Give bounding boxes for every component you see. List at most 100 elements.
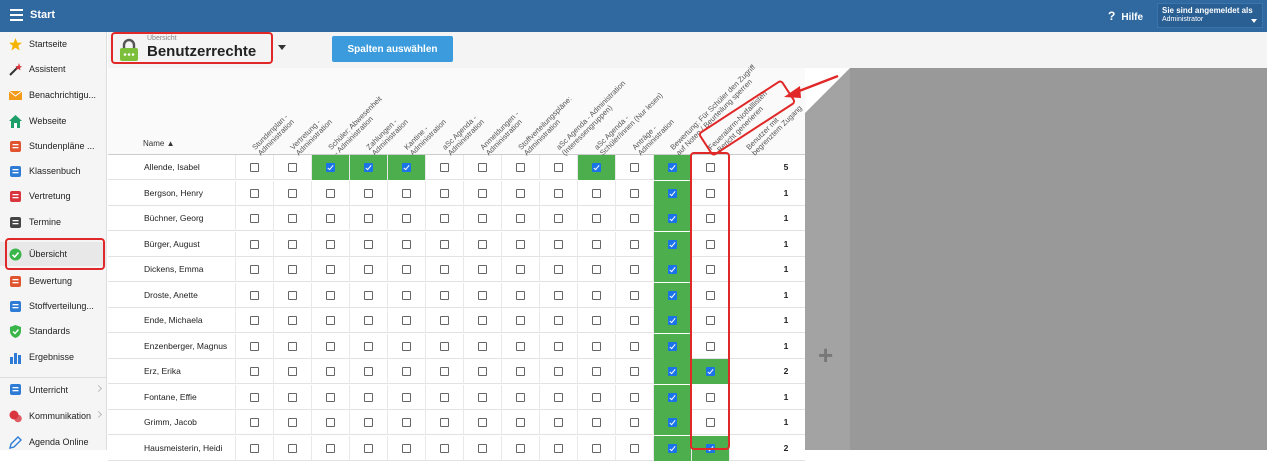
permission-checkbox[interactable] — [478, 418, 487, 427]
permission-checkbox[interactable] — [326, 239, 335, 249]
permission-checkbox[interactable] — [478, 239, 487, 249]
permission-checkbox[interactable] — [364, 392, 373, 402]
permission-checkbox[interactable] — [516, 316, 525, 325]
permission-checkbox[interactable] — [516, 163, 525, 172]
permission-checkbox[interactable] — [440, 392, 449, 402]
permission-checkbox[interactable] — [440, 316, 449, 325]
permission-checkbox[interactable] — [250, 418, 259, 427]
help-button[interactable]: ? Hilfe — [1108, 9, 1143, 23]
permission-checkbox[interactable] — [402, 239, 411, 249]
permission-checkbox[interactable] — [364, 367, 373, 376]
permission-checkbox[interactable] — [364, 239, 373, 249]
permission-checkbox[interactable] — [630, 265, 639, 274]
permission-checkbox[interactable] — [668, 188, 677, 198]
permission-checkbox[interactable] — [516, 188, 525, 198]
sidebar-item-assistent[interactable]: Assistent — [0, 57, 107, 81]
permission-checkbox[interactable] — [288, 316, 297, 325]
permission-checkbox[interactable] — [554, 418, 563, 427]
permission-checkbox[interactable] — [630, 316, 639, 325]
permission-checkbox[interactable] — [668, 239, 677, 249]
sidebar-item-benachrichtigu[interactable]: Benachrichtigu... — [0, 83, 107, 107]
permission-checkbox[interactable] — [288, 214, 297, 223]
permission-checkbox[interactable] — [668, 367, 677, 376]
permission-checkbox[interactable] — [440, 443, 449, 453]
permission-checkbox[interactable] — [478, 163, 487, 172]
permission-checkbox[interactable] — [478, 367, 487, 376]
permission-checkbox[interactable] — [326, 265, 335, 274]
permission-checkbox[interactable] — [554, 392, 563, 402]
permission-checkbox[interactable] — [516, 214, 525, 223]
user-name[interactable]: Bürger, August — [144, 239, 200, 249]
permission-checkbox[interactable] — [326, 214, 335, 223]
permission-checkbox[interactable] — [668, 392, 677, 402]
sidebar-item-stundenpläne[interactable]: Stundenpläne ... — [0, 134, 107, 158]
permission-checkbox[interactable] — [326, 367, 335, 376]
user-name[interactable]: Ende, Michaela — [144, 315, 203, 325]
user-name[interactable]: Allende, Isabel — [144, 162, 200, 172]
permission-checkbox[interactable] — [402, 443, 411, 453]
permission-checkbox[interactable] — [402, 392, 411, 402]
permission-checkbox[interactable] — [478, 443, 487, 453]
permission-checkbox[interactable] — [478, 265, 487, 274]
permission-checkbox[interactable] — [250, 239, 259, 249]
permission-checkbox[interactable] — [668, 418, 677, 427]
permission-checkbox[interactable] — [630, 214, 639, 223]
user-name[interactable]: Bergson, Henry — [144, 188, 203, 198]
permission-checkbox[interactable] — [630, 188, 639, 198]
permission-checkbox[interactable] — [592, 290, 601, 300]
permission-checkbox[interactable] — [478, 214, 487, 223]
user-name[interactable]: Dickens, Emma — [144, 264, 204, 274]
permission-checkbox[interactable] — [326, 188, 335, 198]
permission-checkbox[interactable] — [554, 290, 563, 300]
permission-checkbox[interactable] — [364, 316, 373, 325]
permission-checkbox[interactable] — [592, 214, 601, 223]
permission-checkbox[interactable] — [402, 214, 411, 223]
permission-checkbox[interactable] — [250, 341, 259, 351]
permission-checkbox[interactable] — [440, 188, 449, 198]
user-name[interactable]: Büchner, Georg — [144, 213, 204, 223]
sidebar-item-klassenbuch[interactable]: Klassenbuch — [0, 159, 107, 183]
permission-checkbox[interactable] — [250, 188, 259, 198]
permission-checkbox[interactable] — [554, 367, 563, 376]
permission-checkbox[interactable] — [288, 443, 297, 453]
permission-checkbox[interactable] — [554, 163, 563, 172]
permission-checkbox[interactable] — [326, 341, 335, 351]
user-name[interactable]: Hausmeisterin, Heidi — [144, 443, 222, 453]
permission-checkbox[interactable] — [592, 418, 601, 427]
sidebar-item-agenda-online[interactable]: Agenda Online — [0, 430, 107, 454]
sidebar-item-kommunikation[interactable]: Kommunikation — [0, 404, 107, 428]
sidebar-item-startseite[interactable]: Startseite — [0, 32, 107, 56]
permission-checkbox[interactable] — [402, 265, 411, 274]
user-menu[interactable]: Sie sind angemeldet als Administrator — [1157, 3, 1263, 28]
permission-checkbox[interactable] — [516, 443, 525, 453]
permission-checkbox[interactable] — [326, 163, 335, 172]
permission-checkbox[interactable] — [288, 341, 297, 351]
permission-checkbox[interactable] — [364, 214, 373, 223]
add-column-area[interactable] — [805, 68, 850, 450]
permission-checkbox[interactable] — [668, 443, 677, 453]
permission-checkbox[interactable] — [630, 418, 639, 427]
permission-checkbox[interactable] — [592, 443, 601, 453]
permission-checkbox[interactable] — [630, 392, 639, 402]
permission-checkbox[interactable] — [440, 265, 449, 274]
permission-checkbox[interactable] — [592, 392, 601, 402]
permission-checkbox[interactable] — [250, 163, 259, 172]
permission-checkbox[interactable] — [478, 316, 487, 325]
user-name[interactable]: Erz, Erika — [144, 366, 181, 376]
permission-checkbox[interactable] — [288, 392, 297, 402]
permission-checkbox[interactable] — [440, 367, 449, 376]
permission-checkbox[interactable] — [668, 290, 677, 300]
permission-checkbox[interactable] — [478, 188, 487, 198]
permission-checkbox[interactable] — [592, 163, 601, 172]
permission-checkbox[interactable] — [516, 265, 525, 274]
permission-checkbox[interactable] — [516, 418, 525, 427]
permission-checkbox[interactable] — [668, 265, 677, 274]
permission-checkbox[interactable] — [402, 163, 411, 172]
permission-checkbox[interactable] — [250, 265, 259, 274]
permission-checkbox[interactable] — [364, 443, 373, 453]
permission-checkbox[interactable] — [250, 367, 259, 376]
permission-checkbox[interactable] — [478, 341, 487, 351]
permission-checkbox[interactable] — [364, 418, 373, 427]
permission-checkbox[interactable] — [516, 392, 525, 402]
permission-checkbox[interactable] — [326, 290, 335, 300]
